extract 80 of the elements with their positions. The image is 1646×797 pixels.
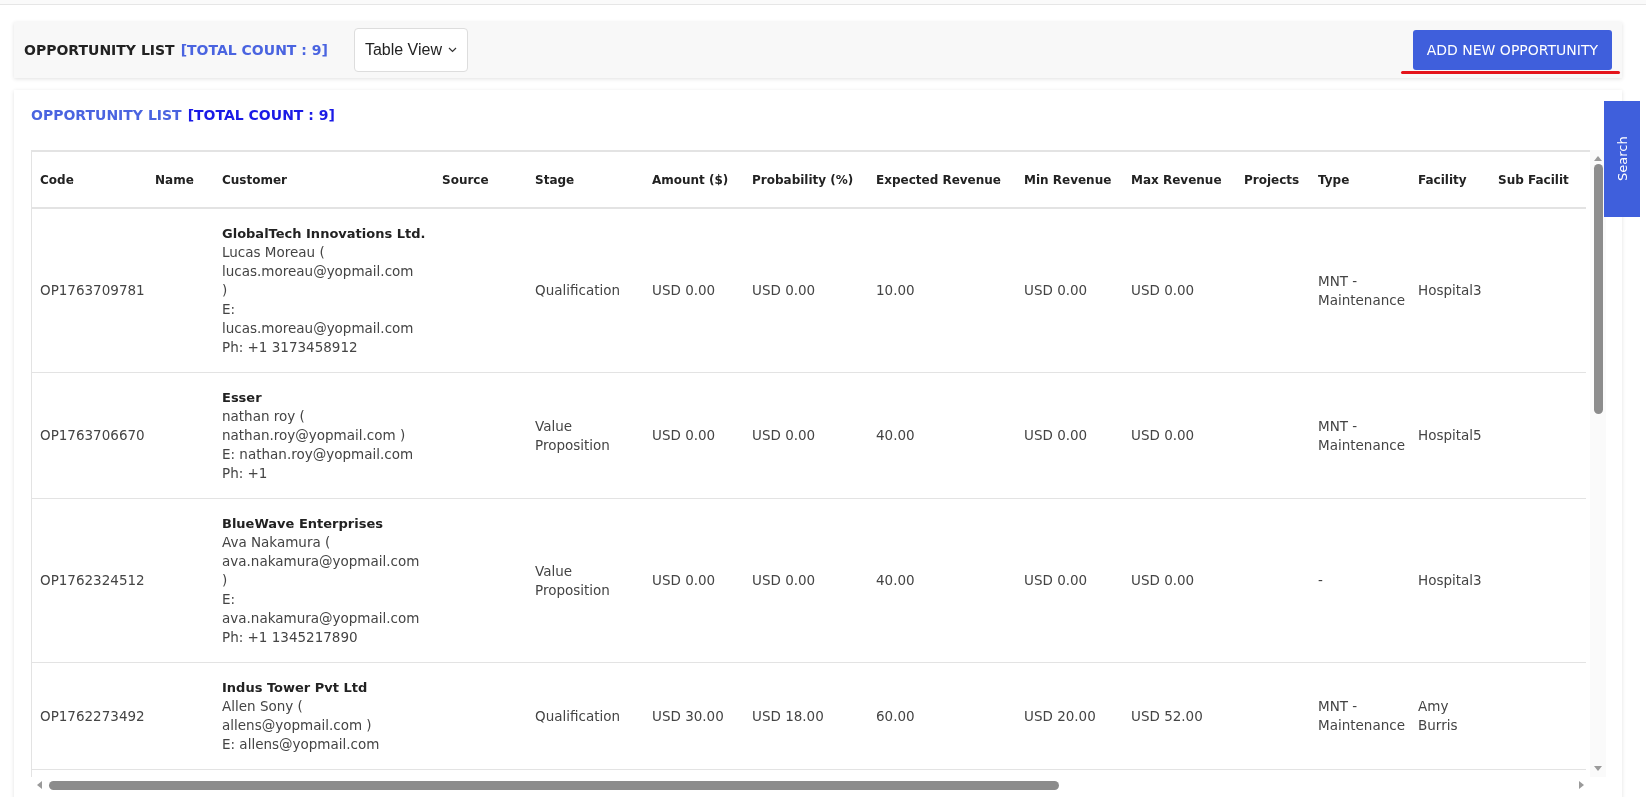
table-cell: Amy Burris <box>1410 662 1490 770</box>
contact-person: Allen Sony ( allens@yopmail.com ) <box>222 697 373 735</box>
table-cell: USD 0.00 <box>1123 372 1236 499</box>
table-cell: OP1762273492 <box>32 662 147 770</box>
contact-person: Ava Nakamura ( ava.nakamura@yopmail.com ) <box>222 533 418 590</box>
table-cell: USD 0.00 <box>1123 498 1236 663</box>
chevron-down-icon <box>448 47 457 53</box>
table-cell: USD 0.00 <box>1016 498 1123 663</box>
customer-name: Esser <box>222 389 262 407</box>
table-cell: 10.00 <box>868 208 1016 373</box>
table-cell: Value Proposition <box>527 372 644 499</box>
table-cell: Qualification <box>527 662 644 770</box>
customer-name: Indus Tower Pvt Ltd <box>222 679 368 697</box>
scroll-thumb[interactable] <box>49 780 1059 790</box>
contact-email: E: nathan.roy@yopmail.com <box>222 445 414 464</box>
table-cell: Hospital5 <box>1410 372 1490 499</box>
table-cell: 40.00 <box>868 372 1016 499</box>
table-cell: Hospital3 <box>1410 208 1490 373</box>
scroll-down-icon[interactable] <box>1593 765 1603 773</box>
contact-phone: Ph: +1 <box>222 464 268 483</box>
view-select[interactable]: Table View <box>353 28 468 72</box>
total-count: [TOTAL COUNT : 9] <box>180 42 328 58</box>
table-cell: MNT - Maintenance <box>1310 208 1410 373</box>
table-cell: MNT - Maintenance <box>1310 662 1410 770</box>
contact-email: E: allens@yopmail.com <box>222 735 380 754</box>
table-cell: Value Proposition <box>527 498 644 663</box>
table-cell: USD 0.00 <box>744 498 868 663</box>
scroll-thumb[interactable] <box>1593 164 1603 414</box>
table-cell: Qualification <box>527 208 644 373</box>
table-cell: USD 0.00 <box>644 208 744 373</box>
column-header: Sub Facilit <box>1490 152 1586 208</box>
list-title: OPPORTUNITY LIST <box>31 107 182 123</box>
contact-email: E: ava.nakamura@yopmail.com <box>222 590 418 628</box>
add-opportunity-button[interactable]: ADD NEW OPPORTUNITY <box>1412 30 1612 70</box>
table-cell: - <box>1310 498 1410 663</box>
table-cell: USD 0.00 <box>744 208 868 373</box>
table-cell: USD 0.00 <box>1123 208 1236 373</box>
customer-name: GlobalTech Innovations Ltd. <box>222 225 426 243</box>
table-cell: 60.00 <box>868 662 1016 770</box>
contact-email: E: lucas.moreau@yopmail.com <box>222 300 415 338</box>
contact-person: nathan roy ( nathan.roy@yopmail.com ) <box>222 407 407 445</box>
scroll-right-icon[interactable] <box>1578 780 1586 790</box>
column-header: Probability (%) <box>744 152 868 208</box>
table-cell: USD 52.00 <box>1123 662 1236 770</box>
table-cell: USD 30.00 <box>644 662 744 770</box>
table-cell: USD 0.00 <box>1016 372 1123 499</box>
scroll-left-icon[interactable] <box>35 780 43 790</box>
table-cell: MNT - Maintenance <box>1310 372 1410 499</box>
total-count: [TOTAL COUNT : 9] <box>187 107 335 123</box>
table-cell: OP1763706670 <box>32 372 147 499</box>
table-cell: USD 0.00 <box>1016 208 1123 373</box>
column-header: Facility <box>1410 152 1490 208</box>
table-cell: 40.00 <box>868 498 1016 663</box>
page-title: OPPORTUNITY LIST <box>24 42 175 58</box>
table-cell: USD 18.00 <box>744 662 868 770</box>
customer-name: BlueWave Enterprises <box>222 515 383 533</box>
table-cell: USD 20.00 <box>1016 662 1123 770</box>
column-header: Customer <box>214 152 434 208</box>
column-header: Projects <box>1236 152 1310 208</box>
vertical-scrollbar[interactable] <box>1590 150 1606 777</box>
table-cell: OP1763709781 <box>32 208 147 373</box>
column-header: Amount ($) <box>644 152 744 208</box>
contact-phone: Ph: +1 1345217890 <box>222 628 358 647</box>
table-cell: USD 0.00 <box>644 498 744 663</box>
column-header: Source <box>434 152 527 208</box>
contact-person: Lucas Moreau ( lucas.moreau@yopmail.com ) <box>222 243 415 300</box>
column-header: Name <box>147 152 214 208</box>
table-cell: OP1762324512 <box>32 498 147 663</box>
column-header: Min Revenue <box>1016 152 1123 208</box>
column-header: Max Revenue <box>1123 152 1236 208</box>
table-cell: USD 0.00 <box>744 372 868 499</box>
table-cell: Hospital3 <box>1410 498 1490 663</box>
column-header: Expected Revenue <box>868 152 1016 208</box>
contact-phone: Ph: +1 3173458912 <box>222 338 358 357</box>
table-cell: USD 0.00 <box>644 372 744 499</box>
scroll-up-icon[interactable] <box>1593 154 1603 162</box>
search-tab[interactable]: Search <box>1604 101 1640 217</box>
column-header: Stage <box>527 152 644 208</box>
column-header: Code <box>32 152 147 208</box>
column-header: Type <box>1310 152 1410 208</box>
